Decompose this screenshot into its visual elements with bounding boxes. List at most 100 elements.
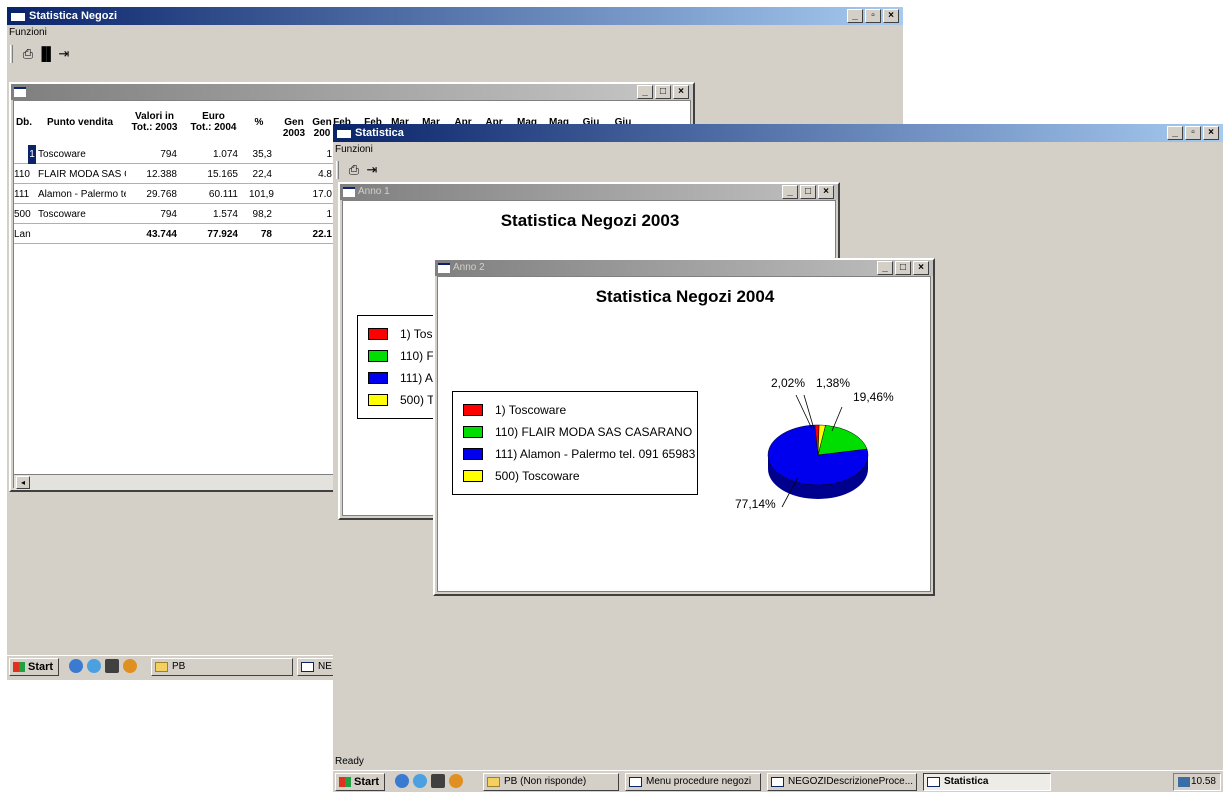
back-window-titlebar[interactable]: Statistica Negozi _ ▫ ×: [7, 7, 903, 25]
ie-icon[interactable]: [69, 659, 83, 673]
exit-icon[interactable]: ⇥: [55, 46, 73, 62]
front-window-titlebar[interactable]: Statistica _ ▫ ×: [333, 124, 1223, 142]
start-button[interactable]: Start: [9, 658, 59, 676]
tot2003-cell: 794: [160, 209, 177, 220]
db-cell: 500: [14, 209, 31, 220]
windows-flag-icon: [13, 662, 25, 672]
maximize-button[interactable]: ▫: [1185, 126, 1201, 140]
anno2-legend: 1) Toscoware 110) FLAIR MODA SAS CASARAN…: [452, 391, 698, 495]
media-icon[interactable]: [449, 774, 463, 788]
db-cell[interactable]: 1: [28, 145, 36, 164]
front-menubar: Funzioni: [333, 142, 1223, 158]
app-icon: [11, 10, 25, 21]
task-button-ne[interactable]: NE: [297, 658, 337, 676]
legend-swatch: [463, 426, 483, 438]
legend-swatch: [463, 448, 483, 460]
status-text: Ready: [335, 756, 364, 767]
menu-funzioni[interactable]: Funzioni: [9, 27, 47, 38]
table-window-titlebar[interactable]: _ □ ×: [11, 84, 693, 100]
status-bar: Ready: [333, 754, 1223, 770]
back-toolbar: ⎙ ▐▌ ⇥: [7, 42, 903, 66]
table-row[interactable]: 500 Toscoware 794 1.574 98,2 1: [14, 205, 344, 224]
minimize-button[interactable]: _: [877, 261, 893, 275]
close-button[interactable]: ×: [883, 9, 899, 23]
bar-chart-icon[interactable]: ▐▌: [37, 46, 55, 62]
minimize-button[interactable]: _: [847, 9, 863, 23]
gen-cell: 1: [326, 149, 332, 160]
app-icon: [343, 187, 355, 197]
folder-icon: [487, 777, 500, 787]
task-button-negozi-doc[interactable]: NEGOZIDescrizioneProce...: [767, 773, 917, 791]
total-gen: 22.1: [312, 229, 332, 240]
anno2-titlebar[interactable]: Anno 2 _ □ ×: [435, 260, 933, 276]
back-taskbar: Start PB NE: [7, 655, 337, 677]
col-header: Euro Tot.: 2004: [190, 111, 237, 133]
table-row[interactable]: 110 FLAIR MODA SAS C/ 12.388 15.165 22,4…: [14, 165, 344, 184]
tot2003-cell: 29.768: [146, 189, 177, 200]
name-cell: Toscoware: [38, 149, 86, 160]
table-row[interactable]: 111 Alamon - Palermo tel. 29.768 60.111 …: [14, 185, 344, 204]
printer-icon[interactable]: ⎙: [345, 162, 363, 178]
close-button[interactable]: ×: [818, 185, 834, 199]
outlook-icon[interactable]: [87, 659, 101, 673]
tot2004-cell: 60.111: [208, 189, 238, 200]
task-button-menu-procedure[interactable]: Menu procedure negozi: [625, 773, 761, 791]
name-cell: Alamon - Palermo tel.: [38, 189, 126, 200]
col-header: Punto vendita: [46, 117, 114, 128]
toolbar-grip[interactable]: [10, 45, 13, 63]
start-button[interactable]: Start: [335, 773, 385, 791]
maximize-button[interactable]: □: [655, 85, 671, 99]
back-menubar: Funzioni: [7, 25, 903, 41]
task-button-statistica[interactable]: Statistica: [923, 773, 1051, 791]
legend-swatch: [463, 470, 483, 482]
pct-cell: 35,3: [252, 149, 272, 160]
anno1-titlebar[interactable]: Anno 1 _ □ ×: [340, 184, 838, 200]
col-header: Db.: [15, 117, 33, 128]
legend-swatch: [368, 372, 388, 384]
db-cell: 110: [14, 169, 30, 180]
close-button[interactable]: ×: [1203, 126, 1219, 140]
db-cell: 111: [14, 189, 30, 200]
app-icon: [337, 127, 351, 138]
minimize-button[interactable]: _: [637, 85, 653, 99]
task-button-pb[interactable]: PB (Non risponde): [483, 773, 619, 791]
cmd-icon[interactable]: [431, 774, 445, 788]
total-pct: 78: [260, 229, 272, 240]
task-button-pb[interactable]: PB: [151, 658, 293, 676]
pie-label-yellow: 2,02%: [771, 376, 806, 390]
exit-icon[interactable]: ⇥: [363, 162, 381, 178]
window-icon: [629, 777, 642, 787]
horizontal-scrollbar[interactable]: ◂: [14, 474, 344, 490]
menu-funzioni[interactable]: Funzioni: [335, 144, 373, 155]
front-taskbar: Start PB (Non risponde) Menu procedure n…: [333, 770, 1223, 792]
front-window: Statistica _ ▫ × Funzioni ⎙ ⇥ Anno 1 _ □…: [333, 124, 1223, 792]
ie-icon[interactable]: [395, 774, 409, 788]
close-button[interactable]: ×: [673, 85, 689, 99]
maximize-button[interactable]: □: [800, 185, 816, 199]
maximize-button[interactable]: ▫: [865, 9, 881, 23]
printer-icon[interactable]: ⎙: [19, 46, 37, 62]
tot2004-cell: 1.574: [212, 209, 238, 220]
media-icon[interactable]: [123, 659, 137, 673]
toolbar-grip[interactable]: [336, 161, 339, 179]
pie-chart: [767, 394, 869, 508]
anno2-chart-title: Statistica Negozi 2004: [595, 287, 775, 306]
scroll-left-icon[interactable]: ◂: [16, 476, 30, 489]
close-button[interactable]: ×: [913, 261, 929, 275]
cmd-icon[interactable]: [105, 659, 119, 673]
gen-cell: 4.8: [318, 169, 332, 180]
legend-swatch: [368, 328, 388, 340]
system-tray: 10.58: [1173, 773, 1221, 791]
table-row[interactable]: 1 Toscoware 794 1.074 35,3 1: [14, 145, 344, 164]
maximize-button[interactable]: □: [895, 261, 911, 275]
minimize-button[interactable]: _: [782, 185, 798, 199]
anno2-window: Anno 2 _ □ × Statistica Negozi 2004 1) T…: [433, 258, 935, 596]
network-icon[interactable]: [1178, 777, 1190, 787]
pct-cell: 22,4: [252, 169, 272, 180]
minimize-button[interactable]: _: [1167, 126, 1183, 140]
outlook-icon[interactable]: [413, 774, 427, 788]
windows-flag-icon: [339, 777, 351, 787]
anno1-chart-title: Statistica Negozi 2003: [500, 211, 680, 230]
pie-label-blue: 77,14%: [735, 497, 776, 511]
total-2003: 43.744: [146, 229, 177, 240]
